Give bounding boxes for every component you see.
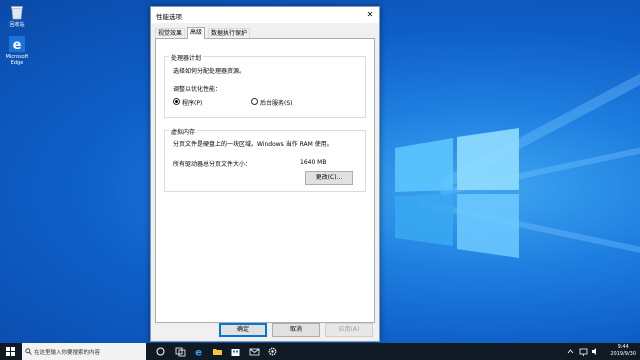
clock-date: 2019/9/30 bbox=[610, 351, 636, 357]
cancel-button[interactable]: 取消 bbox=[272, 323, 320, 337]
programs-radio[interactable] bbox=[173, 98, 180, 105]
performance-options-dialog: 性能选项 ✕ 视觉效果 高级 数据执行保护 处理器计划 选择如何分配处理器资源。… bbox=[150, 6, 380, 342]
total-paging-file-value: 1640 MB bbox=[300, 159, 327, 166]
programs-radio-label[interactable]: 程序(P) bbox=[182, 98, 202, 107]
taskbar: 在这里输入你要搜索的内容 e 9:44 2019/9/30 bbox=[0, 343, 640, 360]
apply-button[interactable]: 应用(A) bbox=[325, 323, 373, 337]
desktop-icon-label: Microsoft Edge bbox=[5, 54, 29, 66]
taskbar-app-edge[interactable]: e bbox=[193, 346, 204, 359]
recycle-bin-icon bbox=[9, 4, 25, 20]
virtual-memory-group: 虚拟内存 分页文件是硬盘上的一块区域。Windows 当作 RAM 使用。 所有… bbox=[164, 127, 366, 192]
dialog-title: 性能选项 bbox=[156, 13, 182, 21]
close-icon: ✕ bbox=[366, 10, 374, 19]
background-services-radio-label[interactable]: 后台服务(S) bbox=[260, 98, 293, 107]
start-button[interactable] bbox=[5, 346, 16, 357]
gear-icon bbox=[268, 347, 277, 356]
search-placeholder: 在这里输入你要搜索的内容 bbox=[34, 350, 101, 356]
background-services-radio[interactable] bbox=[251, 98, 258, 105]
windows-logo bbox=[395, 128, 519, 258]
processor-description: 选择如何分配处理器资源。 bbox=[173, 68, 246, 75]
change-button[interactable]: 更改(C)... bbox=[305, 171, 353, 185]
volume-icon bbox=[592, 348, 596, 355]
folder-icon bbox=[213, 349, 222, 355]
virtual-memory-legend: 虚拟内存 bbox=[169, 127, 198, 136]
taskbar-app-mail[interactable] bbox=[249, 346, 260, 357]
network-icon bbox=[579, 348, 588, 356]
close-button[interactable]: ✕ bbox=[361, 7, 379, 23]
advanced-tab-panel: 处理器计划 选择如何分配处理器资源。 调整以优化性能： 程序(P) 后台服务(S… bbox=[155, 38, 375, 323]
svg-text:e: e bbox=[13, 38, 22, 52]
tray-network[interactable] bbox=[578, 346, 589, 357]
mail-icon bbox=[249, 348, 260, 356]
adjust-label: 调整以优化性能： bbox=[173, 86, 222, 93]
tab-advanced[interactable]: 高级 bbox=[187, 27, 206, 39]
taskbar-app-multitask[interactable] bbox=[175, 346, 186, 357]
task-view-icon bbox=[156, 347, 165, 356]
ok-button[interactable]: 确定 bbox=[219, 323, 267, 337]
taskbar-app-settings[interactable] bbox=[267, 346, 278, 357]
desktop-icon-recycle-bin[interactable]: 回收站 bbox=[3, 4, 31, 28]
multitask-icon bbox=[175, 347, 186, 357]
processor-scheduling-legend: 处理器计划 bbox=[169, 53, 204, 62]
total-paging-file-label: 所有驱动器总分页文件大小： bbox=[173, 161, 252, 168]
chevron-up-icon bbox=[567, 349, 574, 354]
desktop-icon-label: 回收站 bbox=[9, 22, 25, 28]
edge-icon: e bbox=[9, 36, 25, 53]
virtual-memory-description: 分页文件是硬盘上的一块区域。Windows 当作 RAM 使用。 bbox=[173, 141, 333, 148]
processor-scheduling-group: 处理器计划 选择如何分配处理器资源。 调整以优化性能： 程序(P) 后台服务(S… bbox=[164, 53, 366, 118]
store-icon bbox=[231, 349, 240, 356]
desktop-icon-edge[interactable]: e Microsoft Edge bbox=[3, 36, 31, 66]
task-view-button[interactable] bbox=[155, 346, 166, 357]
windows-start-icon bbox=[6, 347, 15, 356]
dialog-titlebar[interactable]: 性能选项 ✕ bbox=[151, 7, 379, 23]
clock-time: 9:44 bbox=[617, 344, 629, 350]
taskbar-search-box[interactable]: 在这里输入你要搜索的内容 bbox=[22, 343, 146, 360]
taskbar-app-explorer[interactable] bbox=[212, 346, 223, 357]
tray-volume[interactable] bbox=[590, 346, 601, 357]
search-icon bbox=[25, 348, 32, 355]
svg-text:e: e bbox=[195, 348, 202, 358]
taskbar-app-store[interactable] bbox=[230, 346, 241, 357]
edge-icon: e bbox=[195, 348, 202, 359]
taskbar-clock[interactable]: 9:44 2019/9/30 bbox=[610, 344, 636, 358]
tray-up-arrow[interactable] bbox=[565, 346, 576, 357]
